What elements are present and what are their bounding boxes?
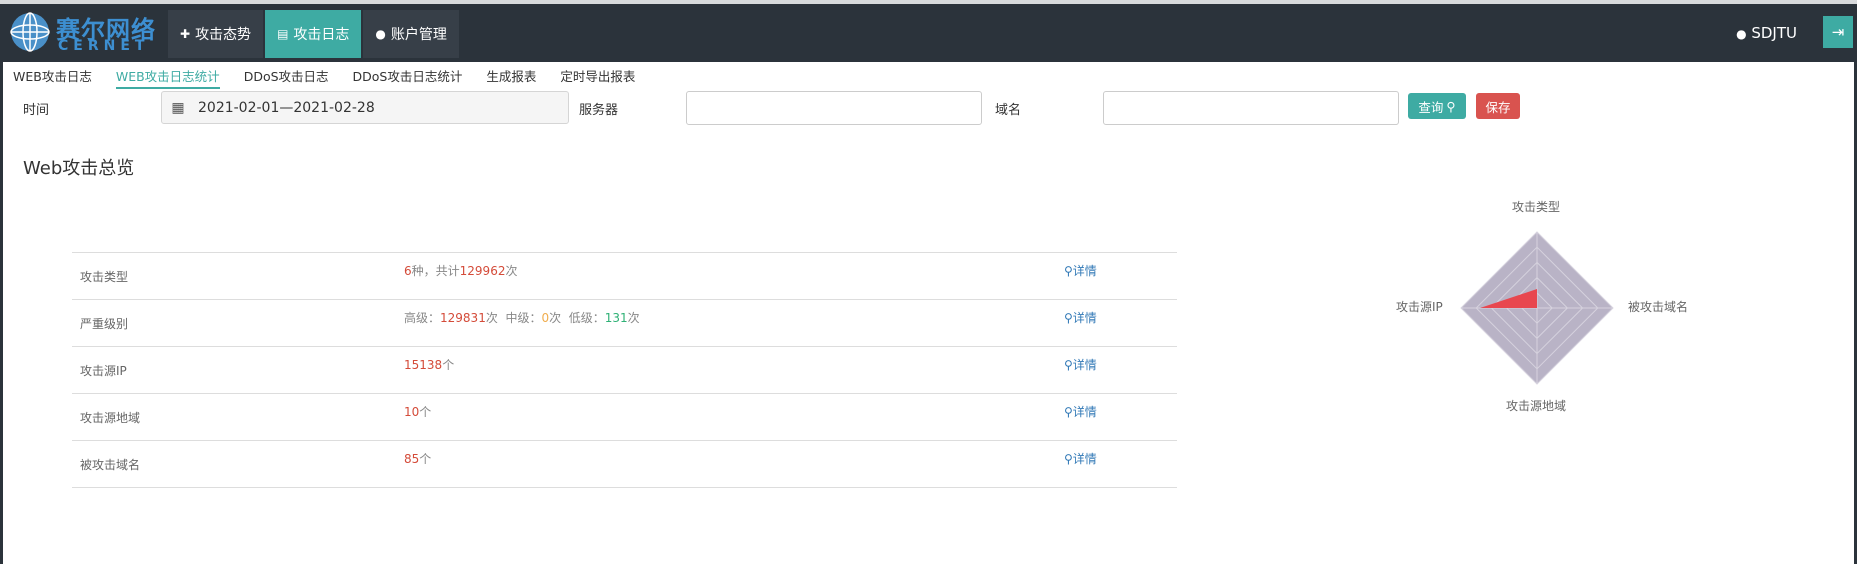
detail-link[interactable]: ⚲详情 <box>1064 264 1097 278</box>
search-icon: ⚲ <box>1064 311 1073 325</box>
time-label: 时间 <box>23 103 50 118</box>
row-label: 被攻击域名 <box>80 458 141 472</box>
detail-label: 详情 <box>1072 358 1097 372</box>
username: SDJTU <box>1751 24 1797 42</box>
table-row: 攻击源地域 10个 ⚲详情 <box>72 393 1177 441</box>
row-label: 严重级别 <box>80 317 129 331</box>
calendar-icon: ▦ <box>171 99 185 116</box>
user-icon: ● <box>375 27 386 41</box>
date-range-picker[interactable]: ▦ 2021-02-01—2021-02-28 <box>161 91 569 124</box>
save-button[interactable]: 保存 <box>1476 93 1520 119</box>
globe-icon <box>10 12 50 52</box>
tab-web-attack-log[interactable]: WEB攻击日志 <box>13 66 92 89</box>
detail-label: 详情 <box>1072 452 1097 466</box>
brand-name-en: CERNET <box>58 38 150 54</box>
radar-axis-label: 被攻击域名 <box>1628 300 1689 314</box>
tab-web-attack-stats[interactable]: WEB攻击日志统计 <box>115 66 220 89</box>
value-fragment: 131 <box>604 311 628 325</box>
row-value: 15138个 <box>404 347 1064 394</box>
table-row: 攻击类型 6种，共计129962次 ⚲详情 <box>72 252 1177 300</box>
radar-axis-label: 攻击类型 <box>1512 200 1561 214</box>
logout-button[interactable]: ⇥ <box>1823 16 1853 48</box>
sub-tabs: WEB攻击日志 WEB攻击日志统计 DDoS攻击日志 DDoS攻击日志统计 生成… <box>13 66 659 89</box>
radar-axis-label: 攻击源IP <box>1396 300 1443 314</box>
detail-link[interactable]: ⚲详情 <box>1064 358 1097 372</box>
row-label: 攻击源IP <box>80 364 127 378</box>
tab-ddos-attack-stats[interactable]: DDoS攻击日志统计 <box>353 66 463 89</box>
value-fragment: 个 <box>419 405 432 419</box>
table-row: 严重级别 高级：129831次 中级：0次 低级：131次 ⚲详情 <box>72 299 1177 347</box>
domain-input[interactable] <box>1103 91 1399 125</box>
value-fragment: 129962 <box>459 264 506 278</box>
detail-label: 详情 <box>1072 264 1097 278</box>
detail-link[interactable]: ⚲详情 <box>1064 405 1097 419</box>
row-label: 攻击类型 <box>80 270 129 284</box>
plus-icon: ✚ <box>180 27 191 41</box>
value-fragment: 129831 <box>440 311 486 325</box>
main-nav: ✚ 攻击态势 ▤ 攻击日志 ● 账户管理 <box>168 10 461 58</box>
row-value: 高级：129831次 中级：0次 低级：131次 <box>404 300 1064 347</box>
value-fragment: 次 <box>505 264 518 278</box>
search-icon: ⚲ <box>1064 405 1073 419</box>
overview-title: Web攻击总览 <box>23 158 135 179</box>
nav-account-management[interactable]: ● 账户管理 <box>363 10 459 58</box>
search-icon: ⚲ <box>1064 358 1073 372</box>
search-icon: ⚲ <box>1064 452 1073 466</box>
user-icon: ● <box>1736 27 1747 41</box>
sign-out-icon: ⇥ <box>1831 23 1845 41</box>
detail-label: 详情 <box>1072 311 1097 325</box>
nav-label: 攻击日志 <box>293 27 350 43</box>
overview-table: 攻击类型 6种，共计129962次 ⚲详情 严重级别 高级：129831次 中级：0次 … <box>72 252 1177 488</box>
value-fragment: 10 <box>404 405 420 419</box>
search-icon: ⚲ <box>1446 98 1456 114</box>
detail-link[interactable]: ⚲详情 <box>1064 311 1097 325</box>
detail-link[interactable]: ⚲详情 <box>1064 452 1097 466</box>
query-button[interactable]: 查询 ⚲ <box>1408 93 1466 119</box>
tab-scheduled-export[interactable]: 定时导出报表 <box>560 66 635 89</box>
value-fragment: 15138 <box>404 358 443 372</box>
nav-label: 账户管理 <box>390 27 447 43</box>
value-fragment: 种，共计 <box>411 264 460 278</box>
value-fragment: 次 低级： <box>549 311 605 325</box>
book-icon: ▤ <box>277 27 289 41</box>
value-fragment: 6 <box>404 264 412 278</box>
user-menu[interactable]: ● SDJTU <box>1736 24 1797 42</box>
frame-border-left <box>0 62 3 564</box>
search-icon: ⚲ <box>1064 264 1073 278</box>
row-value: 6种，共计129962次 <box>404 253 1064 300</box>
query-label: 查询 <box>1418 99 1444 115</box>
detail-label: 详情 <box>1072 405 1097 419</box>
table-row: 攻击源IP 15138个 ⚲详情 <box>72 346 1177 394</box>
row-label: 攻击源地域 <box>80 411 141 425</box>
date-range-value: 2021-02-01—2021-02-28 <box>198 99 375 116</box>
server-input[interactable] <box>686 91 982 125</box>
nav-label: 攻击态势 <box>195 27 252 43</box>
save-label: 保存 <box>1485 99 1511 115</box>
value-fragment: 次 <box>627 311 640 325</box>
value-fragment: 0 <box>541 311 550 325</box>
value-fragment: 85 <box>404 452 420 466</box>
nav-attack-log[interactable]: ▤ 攻击日志 <box>265 10 362 58</box>
radar-axis-label: 攻击源地域 <box>1506 399 1567 413</box>
table-row: 被攻击域名 85个 ⚲详情 <box>72 440 1177 488</box>
server-label: 服务器 <box>579 103 619 118</box>
nav-attack-situation[interactable]: ✚ 攻击态势 <box>168 10 264 58</box>
value-fragment: 个 <box>442 358 455 372</box>
cernet-logo[interactable]: 赛尔网络 CERNET <box>8 10 158 54</box>
radar-chart: 攻击类型 被攻击域名 攻击源地域 攻击源IP <box>1380 190 1700 430</box>
top-navbar: 赛尔网络 CERNET ✚ 攻击态势 ▤ 攻击日志 ● 账户管理 ● SDJTU… <box>0 0 1857 62</box>
tab-ddos-attack-log[interactable]: DDoS攻击日志 <box>244 66 329 89</box>
value-fragment: 次 中级： <box>485 311 542 325</box>
value-fragment: 高级： <box>404 311 441 325</box>
value-fragment: 个 <box>419 452 432 466</box>
row-value: 85个 <box>404 441 1064 488</box>
row-value: 10个 <box>404 394 1064 441</box>
tab-generate-report[interactable]: 生成报表 <box>486 66 536 89</box>
domain-label: 域名 <box>995 103 1022 118</box>
